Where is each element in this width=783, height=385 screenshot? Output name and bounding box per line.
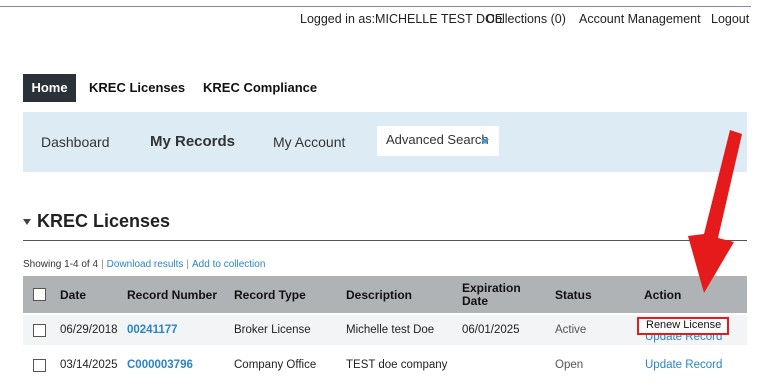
table-row: 03/14/2025 C000003796 Company Office TES… [23,350,747,380]
cell-expiration: 06/01/2025 [462,324,520,336]
cell-description: TEST doe company [346,359,448,371]
cell-description: Michelle test Doe [346,324,435,336]
logged-in-text: Logged in as:MICHELLE TEST DOE [300,12,504,26]
showing-count: Showing 1-4 of 4 [23,259,99,270]
col-date[interactable]: Date [60,288,86,302]
col-record-type[interactable]: Record Type [234,288,306,302]
subnav-my-account[interactable]: My Account [273,134,345,150]
cell-record-number[interactable]: C000003796 [127,359,193,371]
top-divider [0,6,751,7]
subnav-my-records[interactable]: My Records [150,133,235,150]
sub-nav: Dashboard My Records My Account Advanced… [23,112,747,172]
account-management-link[interactable]: Account Management [579,12,701,26]
cell-record-type: Broker License [234,324,311,336]
caret-down-icon [481,139,489,144]
logout-link[interactable]: Logout [711,12,749,26]
section-title[interactable]: KREC Licenses [23,211,170,232]
cell-date: 06/29/2018 [60,324,118,336]
collections-link[interactable]: Collections (0) [486,12,566,26]
row-checkbox[interactable] [33,359,46,372]
cell-date: 03/14/2025 [60,359,118,371]
cell-status: Open [555,359,584,371]
cell-record-number[interactable]: 00241177 [127,324,178,336]
tab-krec-licenses[interactable]: KREC Licenses [89,74,185,102]
renew-license-button[interactable]: Renew License [637,317,729,335]
table-row: 06/29/2018 00241177 Broker License Miche… [23,315,747,345]
col-status[interactable]: Status [555,288,592,302]
update-record-link[interactable]: Update Record [645,359,722,371]
utility-bar: Logged in as:MICHELLE TEST DOE Collectio… [300,12,749,28]
results-summary: Showing 1-4 of 4 | Download results | Add to… [23,259,265,270]
section-title-text: KREC Licenses [37,211,171,231]
tab-krec-compliance[interactable]: KREC Compliance [203,74,317,102]
cell-record-type: Company Office [234,359,317,371]
renew-license-label: Renew License [646,319,722,331]
advanced-search-dropdown[interactable]: Advanced Search [377,126,499,156]
section-divider [23,240,747,241]
col-expiration-line1[interactable]: Expiration [462,281,521,295]
cell-status: Active [555,324,587,336]
tab-home[interactable]: Home [23,74,76,102]
download-results-link[interactable]: Download results [107,259,184,270]
row-checkbox[interactable] [33,324,46,337]
advanced-search-label: Advanced Search [386,132,489,147]
col-expiration-line2[interactable]: Date [462,294,488,308]
separator: | [101,259,104,270]
add-to-collection-link[interactable]: Add to collection [192,259,265,270]
subnav-dashboard[interactable]: Dashboard [41,134,110,150]
col-description[interactable]: Description [346,288,412,302]
caret-down-icon [23,219,31,226]
col-record-number[interactable]: Record Number [127,288,217,302]
select-all-checkbox[interactable] [33,288,46,301]
separator: | [186,259,189,270]
red-arrow-icon [688,130,742,293]
table-header: Date Record Number Record Type Descripti… [23,276,747,313]
